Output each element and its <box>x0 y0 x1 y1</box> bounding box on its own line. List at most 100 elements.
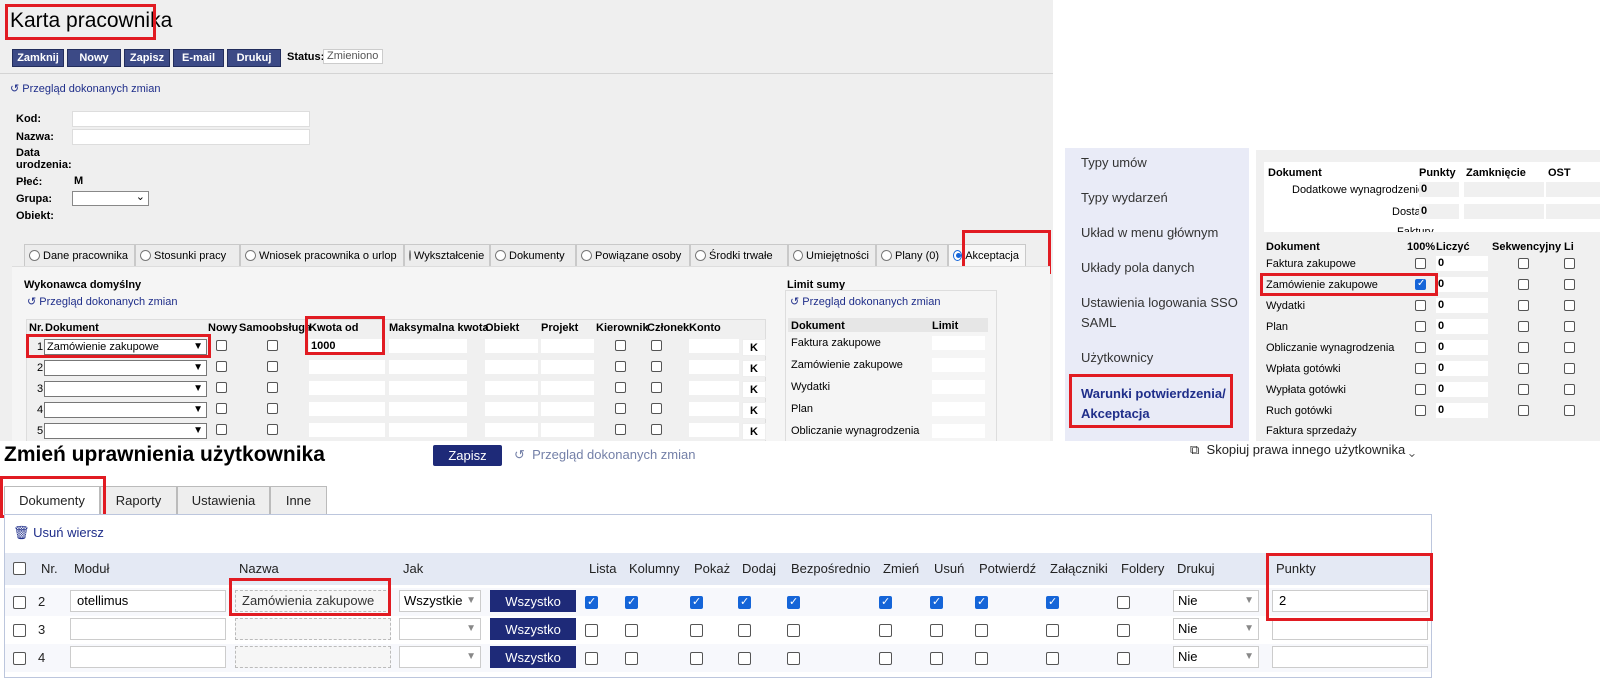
samoobsluga-checkbox[interactable] <box>267 382 278 393</box>
projekt-input[interactable] <box>541 381 594 395</box>
konto-input[interactable] <box>689 402 739 416</box>
max-kwota-input[interactable] <box>389 423 467 437</box>
print-button[interactable]: Drukuj <box>227 49 281 67</box>
full-checkbox[interactable] <box>1415 258 1426 269</box>
foldery-checkbox[interactable] <box>1117 652 1130 665</box>
li-checkbox[interactable] <box>1564 300 1575 311</box>
sequential-checkbox[interactable] <box>1518 300 1529 311</box>
module-input[interactable] <box>70 618 226 640</box>
dodaj-checkbox[interactable] <box>738 652 751 665</box>
count-input[interactable]: 0 <box>1436 382 1488 397</box>
points-input[interactable]: 0 <box>1419 182 1459 197</box>
menu-item-typy-umow[interactable]: Typy umów <box>1081 155 1147 170</box>
czlonek-checkbox[interactable] <box>651 340 662 351</box>
tab-umiejetnosci[interactable]: Umiejętności <box>788 244 876 266</box>
tab-powiazane-osoby[interactable]: Powiązane osoby <box>576 244 690 266</box>
all-button[interactable]: Wszystko <box>490 590 576 612</box>
nowy-checkbox[interactable] <box>216 361 227 372</box>
konto-input[interactable] <box>689 339 739 353</box>
count-input[interactable]: 0 <box>1436 319 1488 334</box>
menu-item-typy-wydarzen[interactable]: Typy wydarzeń <box>1081 190 1168 205</box>
history-link[interactable]: ↺ Przegląd dokonanych zmian <box>10 82 160 95</box>
new-button[interactable]: Nowy <box>67 49 121 67</box>
full-checkbox[interactable] <box>1415 405 1426 416</box>
full-checkbox[interactable] <box>1415 342 1426 353</box>
copy-rights-link[interactable]: ⧉ Skopiuj prawa innego użytkownika ⌄ <box>1190 442 1415 458</box>
nowy-checkbox[interactable] <box>216 424 227 435</box>
projekt-input[interactable] <box>541 339 594 353</box>
kolumny-checkbox[interactable] <box>625 595 638 609</box>
kwota-od-input[interactable]: 1000 <box>309 339 385 353</box>
li-checkbox[interactable] <box>1564 363 1575 374</box>
zmien-checkbox[interactable] <box>879 624 892 637</box>
lista-checkbox[interactable] <box>585 624 598 637</box>
wykonawca-history-link[interactable]: ↺ Przegląd dokonanych zmian <box>27 295 177 308</box>
czlonek-checkbox[interactable] <box>651 424 662 435</box>
projekt-input[interactable] <box>541 402 594 416</box>
menu-item-sso-2[interactable]: SAML <box>1081 315 1116 330</box>
name-input[interactable] <box>235 618 391 640</box>
count-input[interactable]: 0 <box>1436 340 1488 355</box>
print-select[interactable]: Nie ▼ <box>1173 590 1259 612</box>
li-checkbox[interactable] <box>1564 342 1575 353</box>
czlonek-checkbox[interactable] <box>651 361 662 372</box>
tab-dokumenty[interactable]: Dokumenty <box>490 244 576 266</box>
count-input[interactable]: 0 <box>1436 256 1488 271</box>
konto-input[interactable] <box>689 360 739 374</box>
kwota-od-input[interactable] <box>309 423 385 437</box>
kolumny-checkbox[interactable] <box>625 652 638 665</box>
potwierdz-checkbox[interactable] <box>975 624 988 637</box>
menu-item-sso[interactable]: Ustawienia logowania SSO <box>1081 295 1238 310</box>
close-input[interactable] <box>1464 182 1544 197</box>
kierownik-checkbox[interactable] <box>615 403 626 414</box>
zmien-checkbox[interactable] <box>879 595 892 609</box>
tab-ustawienia[interactable]: Ustawienia <box>177 486 270 514</box>
menu-item-uklady-pola[interactable]: Układy pola danych <box>1081 260 1194 275</box>
ost-input[interactable] <box>1546 182 1600 197</box>
tab-raporty[interactable]: Raporty <box>100 486 177 514</box>
bezposrednio-checkbox[interactable] <box>787 595 800 609</box>
max-kwota-input[interactable] <box>389 339 467 353</box>
dodaj-checkbox[interactable] <box>738 624 751 637</box>
print-select[interactable]: Nie ▼ <box>1173 618 1259 640</box>
sequential-checkbox[interactable] <box>1518 258 1529 269</box>
czlonek-checkbox[interactable] <box>651 403 662 414</box>
li-checkbox[interactable] <box>1564 279 1575 290</box>
delete-row-button[interactable]: 🗑 Usuń wiersz <box>13 525 104 541</box>
sequential-checkbox[interactable] <box>1518 363 1529 374</box>
potwierdz-checkbox[interactable] <box>975 595 988 609</box>
limit-history-link[interactable]: ↺ Przegląd dokonanych zmian <box>790 295 940 308</box>
kierownik-checkbox[interactable] <box>615 340 626 351</box>
lista-checkbox[interactable] <box>585 595 598 609</box>
dodaj-checkbox[interactable] <box>738 595 751 609</box>
tab-dane-pracownika[interactable]: Dane pracownika <box>24 244 135 266</box>
kwota-od-input[interactable] <box>309 360 385 374</box>
full-checkbox[interactable] <box>1415 363 1426 374</box>
czlonek-checkbox[interactable] <box>651 382 662 393</box>
obiekt-input[interactable] <box>485 360 538 374</box>
max-kwota-input[interactable] <box>389 402 467 416</box>
limit-input[interactable] <box>932 380 985 394</box>
sequential-checkbox[interactable] <box>1518 384 1529 395</box>
sequential-checkbox[interactable] <box>1518 279 1529 290</box>
samoobsluga-checkbox[interactable] <box>267 424 278 435</box>
lista-checkbox[interactable] <box>585 652 598 665</box>
full-checkbox[interactable] <box>1415 321 1426 332</box>
kierownik-checkbox[interactable] <box>615 424 626 435</box>
bezposrednio-checkbox[interactable] <box>787 624 800 637</box>
count-input[interactable]: 0 <box>1436 361 1488 376</box>
foldery-checkbox[interactable] <box>1117 596 1130 609</box>
name-input[interactable] <box>235 646 391 668</box>
kwota-od-input[interactable] <box>309 381 385 395</box>
pokaz-checkbox[interactable] <box>690 652 703 665</box>
k-button[interactable]: K <box>742 339 766 356</box>
usun-checkbox[interactable] <box>930 624 943 637</box>
kierownik-checkbox[interactable] <box>615 361 626 372</box>
module-input[interactable] <box>70 646 226 668</box>
obiekt-input[interactable] <box>485 402 538 416</box>
limit-input[interactable] <box>932 402 985 416</box>
tab-dokumenty[interactable]: Dokumenty <box>4 486 100 514</box>
kod-input[interactable] <box>72 111 310 127</box>
k-button[interactable]: K <box>742 402 766 419</box>
kierownik-checkbox[interactable] <box>615 382 626 393</box>
